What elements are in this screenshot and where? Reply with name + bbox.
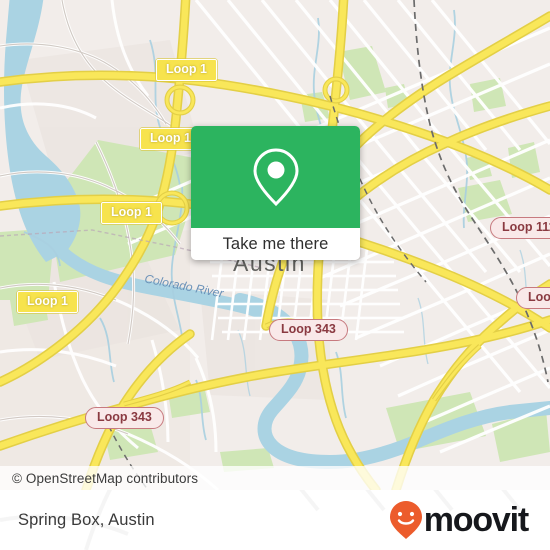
take-me-there-label: Take me there	[222, 234, 329, 253]
moovit-logo[interactable]: moovit	[389, 500, 529, 540]
road-shield-loop-1-north[interactable]: Loop 1	[156, 59, 217, 81]
take-me-there-button[interactable]: Take me there	[191, 228, 360, 260]
road-shield-loop-343-mid[interactable]: Loop 343	[269, 319, 348, 341]
road-shield-loop-1-west[interactable]: Loop 1	[17, 291, 78, 313]
footer-bar: Spring Box, Austin moovit	[0, 490, 550, 550]
road-shield-loop-1-south[interactable]: Loop 1	[101, 202, 162, 224]
road-shield-loop-right-truncated[interactable]: Loop	[516, 287, 550, 309]
take-me-there-popup[interactable]: Take me there	[191, 126, 360, 260]
place-title: Spring Box, Austin	[18, 510, 155, 529]
map-canvas[interactable]: Austin Colorado River Loop 1 Loop 1 Loop…	[0, 0, 550, 490]
moovit-pin-icon	[389, 501, 422, 539]
moovit-wordmark: moovit	[423, 501, 529, 539]
osm-attribution-text[interactable]: © OpenStreetMap contributors	[0, 471, 198, 486]
road-shield-loop-343-south[interactable]: Loop 343	[85, 407, 164, 429]
road-shield-loop-111[interactable]: Loop 111	[490, 217, 550, 239]
map-pin-icon	[252, 148, 299, 207]
popup-icon-area	[191, 126, 360, 228]
map-attribution-bar: © OpenStreetMap contributors	[0, 466, 550, 490]
